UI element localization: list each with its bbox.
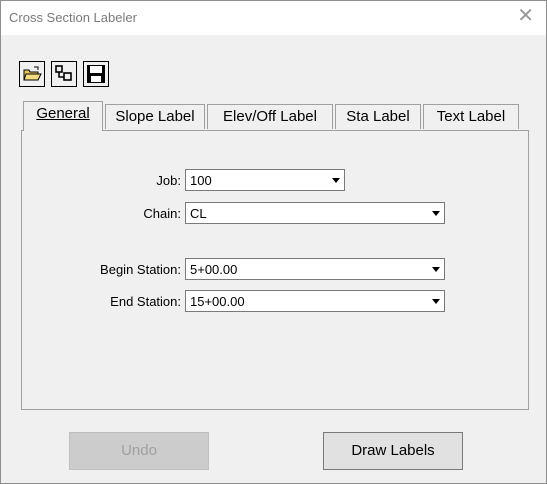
chevron-down-icon: [332, 178, 340, 183]
end-station-label: End Station:: [110, 294, 181, 309]
tab-label: Elev/Off Label: [223, 108, 317, 125]
window-title: Cross Section Labeler: [9, 10, 137, 25]
job-value: 100: [190, 173, 212, 188]
tab-label: Text Label: [436, 108, 506, 125]
begin-station-value: 5+00.00: [190, 262, 238, 277]
open-folder-icon: [23, 66, 42, 81]
end-station-value: 15+00.00: [190, 294, 245, 309]
tab-label: General: [36, 105, 90, 122]
dialog-window: Cross Section Labeler ✕ General Slope La…: [0, 0, 547, 484]
tab-label: Slope Label: [115, 108, 195, 125]
begin-station-select[interactable]: 5+00.00: [185, 258, 445, 280]
tab-slope-label[interactable]: Slope Label: [105, 104, 205, 129]
chevron-down-icon: [432, 267, 440, 272]
job-label: Job:: [156, 173, 181, 188]
title-bar: Cross Section Labeler ✕: [1, 1, 546, 35]
tab-text-label[interactable]: Text Label: [423, 104, 519, 129]
close-icon[interactable]: ✕: [517, 6, 534, 26]
structure-button[interactable]: [51, 61, 77, 87]
tab-elev-off-label[interactable]: Elev/Off Label: [207, 104, 333, 129]
tab-general[interactable]: General: [23, 101, 103, 131]
save-icon: [87, 65, 105, 83]
chain-select[interactable]: CL: [185, 202, 445, 224]
begin-station-label: Begin Station:: [100, 262, 181, 277]
chevron-down-icon: [432, 299, 440, 304]
chevron-down-icon: [432, 211, 440, 216]
tab-sta-label[interactable]: Sta Label: [335, 104, 421, 129]
undo-button[interactable]: Undo: [69, 432, 209, 470]
end-station-select[interactable]: 15+00.00: [185, 290, 445, 312]
open-button[interactable]: [19, 61, 45, 87]
job-select[interactable]: 100: [185, 169, 345, 191]
structure-icon: [55, 65, 72, 81]
tab-label: Sta Label: [346, 108, 410, 125]
draw-labels-button[interactable]: Draw Labels: [323, 432, 463, 470]
chain-value: CL: [190, 206, 207, 221]
chain-label: Chain:: [143, 206, 181, 221]
save-button[interactable]: [83, 61, 109, 87]
